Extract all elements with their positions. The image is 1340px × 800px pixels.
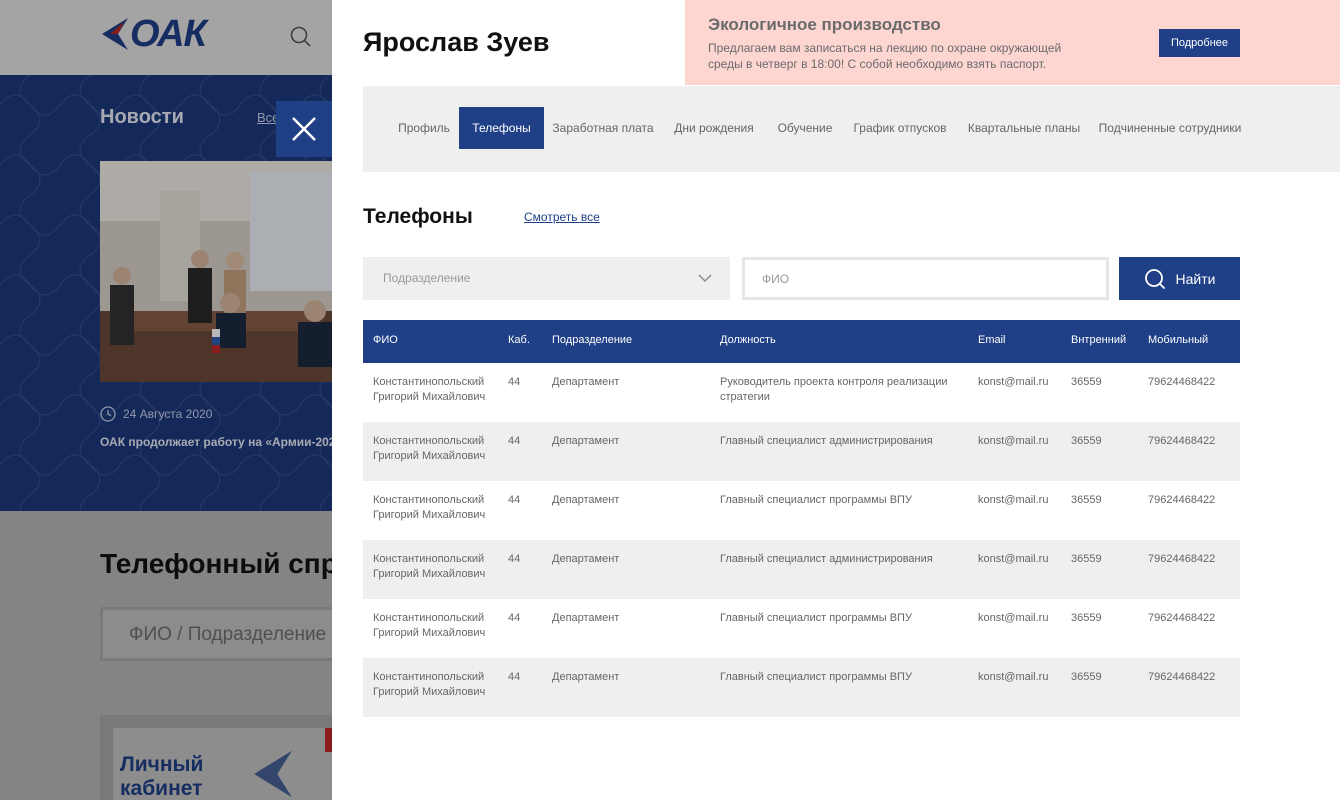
cell-division: Департамент [552, 553, 620, 565]
header-fio[interactable]: ФИО [373, 334, 498, 346]
cell-internal: 36559 [1071, 435, 1102, 447]
chevron-down-icon [698, 274, 712, 282]
cell-position: Руководитель проекта контроля реализации… [720, 376, 948, 403]
notice-text: Предлагаем вам записаться на лекцию по о… [708, 41, 1062, 71]
find-button[interactable]: Найти [1119, 257, 1240, 300]
tab-birthdays[interactable]: Дни рождения [665, 107, 763, 149]
cell-email[interactable]: konst@mail.ru [978, 493, 1048, 508]
cell-division: Департамент [552, 376, 620, 388]
cell-mobile: 79624468422 [1148, 435, 1216, 447]
tab-quarterly-plans[interactable]: Квартальные планы [961, 107, 1087, 149]
cell-email[interactable]: konst@mail.ru [978, 670, 1048, 685]
phones-table: ФИО Каб. Подразделение Должность Email В… [363, 320, 1240, 717]
cell-position: Главный специалист администрирования [720, 435, 933, 447]
header-mobile[interactable]: Мобильный [1148, 334, 1208, 346]
header-cabinet[interactable]: Каб. [508, 334, 530, 346]
profile-panel: Ярослав Зуев Экологичное производство Пр… [332, 0, 1340, 800]
cell-cabinet: 44 [508, 376, 521, 388]
cell-cabinet: 44 [508, 612, 521, 624]
find-button-label: Найти [1175, 270, 1216, 287]
cell-email[interactable]: konst@mail.ru [978, 552, 1048, 567]
tabs-bar: Профиль Телефоны Заработная плата Дни ро… [363, 86, 1340, 172]
header-email[interactable]: Email [978, 334, 1006, 346]
cell-mobile: 79624468422 [1148, 612, 1216, 624]
cell-fio: Константинопольский Григорий Михайлович [373, 671, 486, 698]
header-internal[interactable]: Внтренний [1071, 334, 1126, 346]
cell-division: Департамент [552, 612, 620, 624]
tab-training[interactable]: Обучение [771, 107, 839, 149]
cell-division: Департамент [552, 435, 620, 447]
close-button[interactable] [276, 101, 332, 157]
cell-cabinet: 44 [508, 671, 521, 683]
cell-division: Департамент [552, 494, 620, 506]
table-row[interactable]: Константинопольский Григорий Михайлович … [363, 599, 1240, 658]
header-position[interactable]: Должность [720, 334, 960, 346]
table-row[interactable]: Константинопольский Григорий Михайлович … [363, 481, 1240, 540]
notice-title: Экологичное производство [708, 15, 941, 34]
division-select[interactable]: Подразделение [363, 257, 730, 300]
search-icon [1144, 268, 1165, 289]
cell-fio: Константинопольский Григорий Михайлович [373, 435, 486, 462]
tabs: Профиль Телефоны Заработная плата Дни ро… [363, 107, 1340, 149]
tab-salary[interactable]: Заработная плата [549, 107, 657, 149]
cell-mobile: 79624468422 [1148, 553, 1216, 565]
cell-position: Главный специалист программы ВПУ [720, 612, 912, 624]
cell-cabinet: 44 [508, 553, 521, 565]
cell-internal: 36559 [1071, 494, 1102, 506]
cell-email[interactable]: konst@mail.ru [978, 434, 1048, 449]
division-select-label: Подразделение [383, 271, 471, 285]
section-title: Телефоны [363, 205, 473, 228]
cell-fio: Константинопольский Григорий Михайлович [373, 553, 486, 580]
cell-mobile: 79624468422 [1148, 671, 1216, 683]
header-division[interactable]: Подразделение [552, 334, 632, 346]
fio-input[interactable] [742, 257, 1109, 300]
cell-cabinet: 44 [508, 435, 521, 447]
cell-email[interactable]: konst@mail.ru [978, 375, 1048, 390]
cell-fio: Константинопольский Григорий Михайлович [373, 494, 486, 521]
cell-mobile: 79624468422 [1148, 376, 1216, 388]
tab-subordinates[interactable]: Подчиненные сотрудники [1095, 107, 1245, 149]
close-icon [292, 117, 316, 141]
see-all-link[interactable]: Смотреть все [524, 210, 600, 224]
cell-cabinet: 44 [508, 494, 521, 506]
notice-more-button[interactable]: Подробнее [1159, 29, 1240, 57]
table-row[interactable]: Константинопольский Григорий Михайлович … [363, 658, 1240, 717]
cell-fio: Константинопольский Григорий Михайлович [373, 612, 486, 639]
cell-email[interactable]: konst@mail.ru [978, 611, 1048, 626]
tab-phones[interactable]: Телефоны [459, 107, 544, 149]
table-row[interactable]: Константинопольский Григорий Михайлович … [363, 422, 1240, 481]
cell-internal: 36559 [1071, 671, 1102, 683]
cell-division: Департамент [552, 671, 620, 683]
notice-banner: Экологичное производство Предлагаем вам … [685, 0, 1340, 85]
tab-profile[interactable]: Профиль [389, 107, 459, 149]
user-name: Ярослав Зуев [363, 27, 550, 57]
cell-internal: 36559 [1071, 376, 1102, 388]
cell-mobile: 79624468422 [1148, 494, 1216, 506]
cell-internal: 36559 [1071, 612, 1102, 624]
cell-position: Главный специалист администрирования [720, 553, 933, 565]
tab-vacations[interactable]: График отпусков [847, 107, 953, 149]
cell-internal: 36559 [1071, 553, 1102, 565]
cell-position: Главный специалист программы ВПУ [720, 494, 912, 506]
cell-position: Главный специалист программы ВПУ [720, 671, 912, 683]
table-row[interactable]: Константинопольский Григорий Михайлович … [363, 540, 1240, 599]
table-header: ФИО Каб. Подразделение Должность Email В… [363, 320, 1240, 363]
cell-fio: Константинопольский Григорий Михайлович [373, 376, 486, 403]
table-row[interactable]: Константинопольский Григорий Михайлович … [363, 363, 1240, 422]
